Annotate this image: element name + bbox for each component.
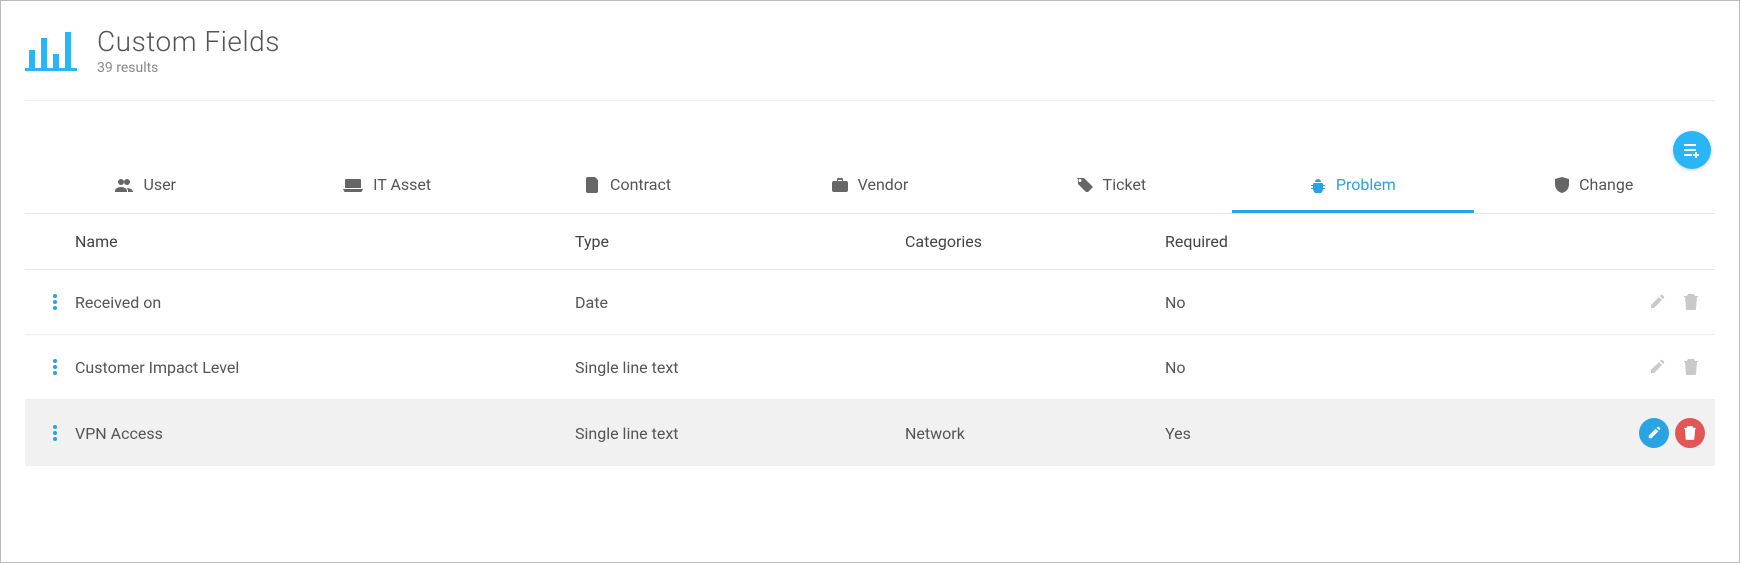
drag-handle[interactable]: [35, 358, 75, 376]
add-list-icon: [1682, 140, 1702, 160]
users-icon: [115, 178, 133, 192]
tab-itasset[interactable]: IT Asset: [266, 161, 507, 213]
trash-icon: [1684, 426, 1696, 440]
cell-required: Yes: [1165, 424, 1425, 443]
tab-ticket[interactable]: Ticket: [991, 161, 1232, 213]
cell-name: Received on: [75, 293, 575, 312]
document-icon: [586, 177, 600, 193]
cell-name: VPN Access: [75, 424, 575, 443]
drag-dots-icon: [52, 358, 58, 376]
edit-button[interactable]: [1643, 288, 1671, 316]
results-count: 39 results: [97, 60, 280, 76]
add-field-button[interactable]: [1673, 131, 1711, 169]
table-header-row: Name Type Categories Required: [25, 214, 1715, 270]
pencil-icon: [1647, 426, 1661, 440]
tab-label: User: [143, 175, 176, 194]
trash-icon: [1684, 294, 1698, 310]
pencil-icon: [1649, 359, 1665, 375]
tab-label: Ticket: [1103, 175, 1146, 194]
cell-categories: Network: [905, 424, 1165, 443]
edit-button[interactable]: [1639, 418, 1669, 448]
pencil-icon: [1649, 294, 1665, 310]
column-header-categories: Categories: [905, 232, 1165, 251]
cell-name: Customer Impact Level: [75, 358, 575, 377]
tag-icon: [1077, 178, 1093, 192]
cell-required: No: [1165, 358, 1425, 377]
tab-label: Change: [1579, 175, 1633, 194]
tab-label: Contract: [610, 175, 671, 194]
briefcase-icon: [832, 178, 848, 192]
cell-type: Single line text: [575, 358, 905, 377]
bug-icon: [1310, 177, 1326, 193]
tab-label: IT Asset: [373, 175, 431, 194]
column-header-type: Type: [575, 232, 905, 251]
shield-icon: [1555, 177, 1569, 193]
cell-type: Single line text: [575, 424, 905, 443]
tab-label: Problem: [1336, 175, 1396, 194]
table-row: Customer Impact Level Single line text N…: [25, 335, 1715, 400]
delete-button[interactable]: [1675, 418, 1705, 448]
drag-handle[interactable]: [35, 293, 75, 311]
trash-icon: [1684, 359, 1698, 375]
table-row: Received on Date No: [25, 270, 1715, 335]
category-tabs: User IT Asset Contract Vendor Ticket Pro…: [25, 161, 1715, 214]
laptop-icon: [343, 178, 363, 192]
delete-button[interactable]: [1677, 288, 1705, 316]
tab-change[interactable]: Change: [1474, 161, 1715, 213]
tab-problem[interactable]: Problem: [1232, 161, 1473, 213]
tab-contract[interactable]: Contract: [508, 161, 749, 213]
tab-label: Vendor: [858, 175, 909, 194]
bar-chart-icon: [25, 30, 77, 72]
tab-user[interactable]: User: [25, 161, 266, 213]
table-row: VPN Access Single line text Network Yes: [25, 400, 1715, 466]
page-title: Custom Fields: [97, 25, 280, 58]
drag-dots-icon: [52, 293, 58, 311]
column-header-name: Name: [75, 232, 575, 251]
cell-type: Date: [575, 293, 905, 312]
cell-required: No: [1165, 293, 1425, 312]
drag-dots-icon: [52, 424, 58, 442]
column-header-required: Required: [1165, 232, 1425, 251]
delete-button[interactable]: [1677, 353, 1705, 381]
drag-handle[interactable]: [35, 424, 75, 442]
edit-button[interactable]: [1643, 353, 1671, 381]
tab-vendor[interactable]: Vendor: [749, 161, 990, 213]
